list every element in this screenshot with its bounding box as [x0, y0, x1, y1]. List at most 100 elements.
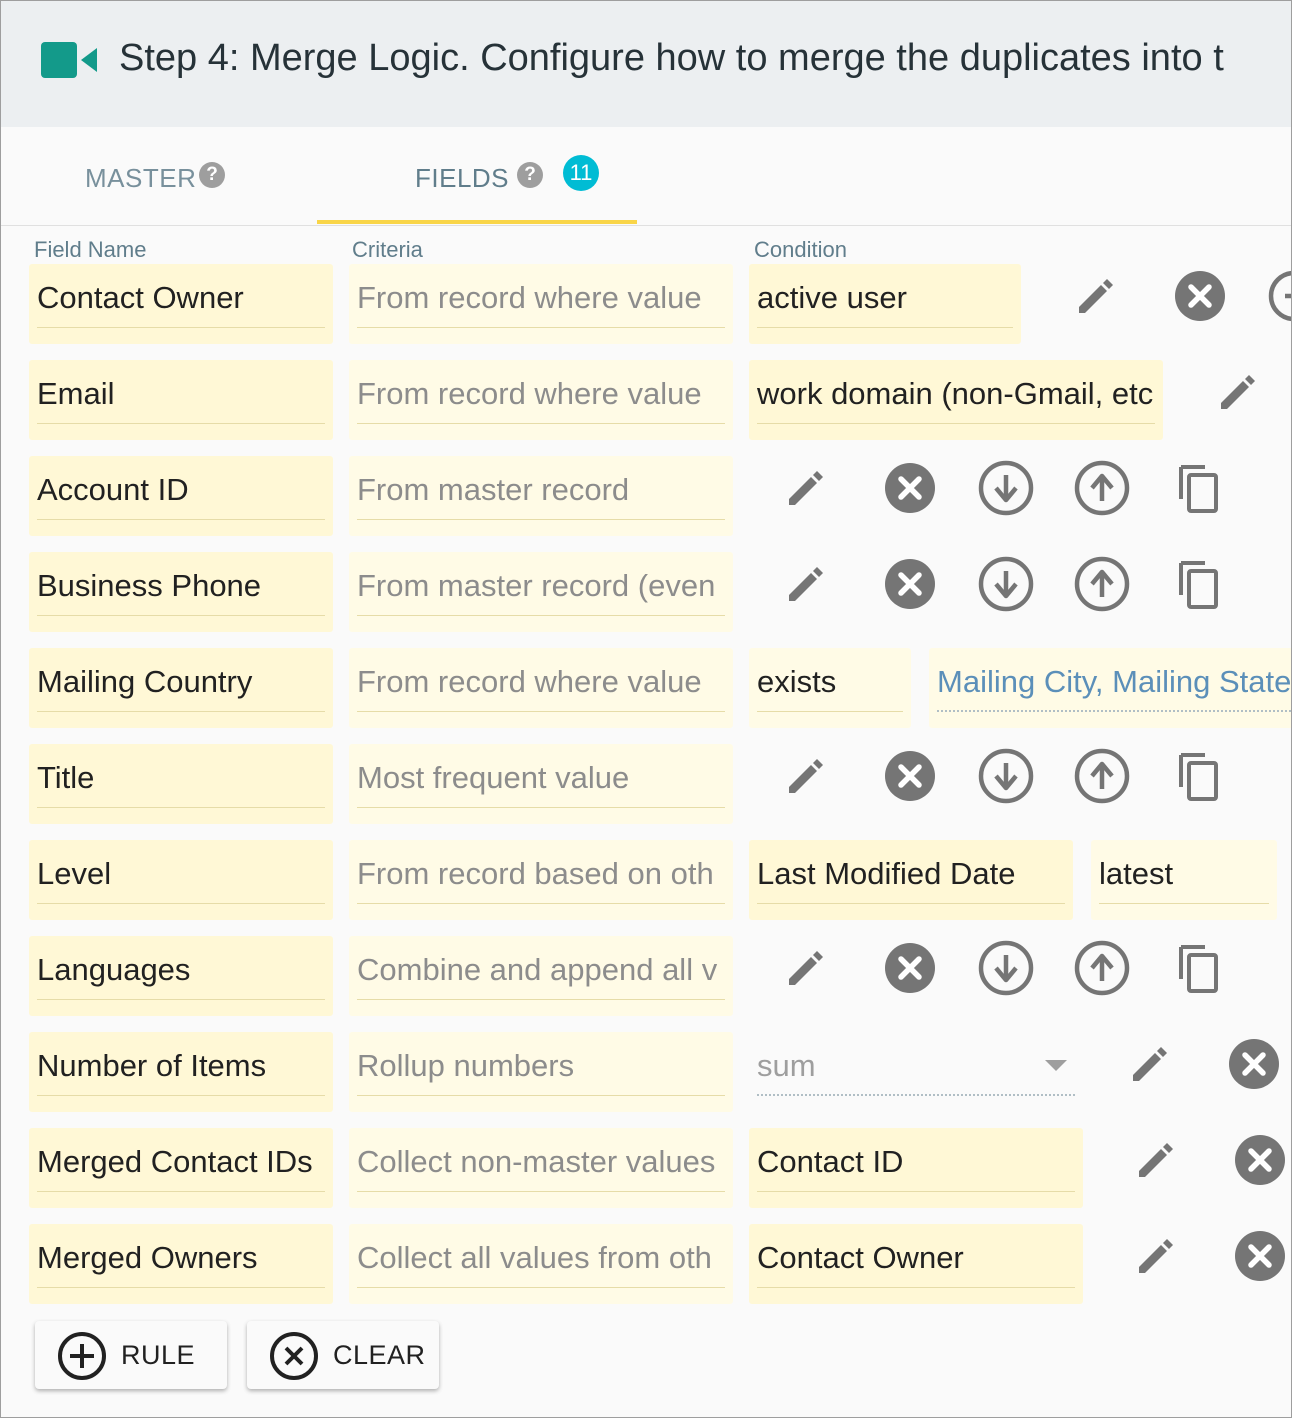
field-underline [357, 999, 725, 1000]
remove-icon[interactable] [1225, 1035, 1283, 1093]
condition-detail-input-value: Mailing City, Mailing State [937, 664, 1292, 699]
partial-circle-icon[interactable] [1265, 267, 1291, 325]
fields-count-badge: 11 [563, 155, 599, 191]
field-underline [37, 1191, 325, 1192]
field-name-input[interactable]: Mailing Country [29, 648, 333, 728]
field-underline [757, 903, 1065, 904]
condition-input[interactable]: Last Modified Date [749, 840, 1073, 920]
condition-input[interactable]: exists [749, 648, 911, 728]
field-name-input[interactable]: Merged Owners [29, 1224, 333, 1304]
condition-input-value: active user [757, 280, 907, 315]
criteria-select[interactable]: From record where value [349, 648, 733, 728]
criteria-select[interactable]: Combine and append all v [349, 936, 733, 1016]
criteria-select[interactable]: From record based on oth [349, 840, 733, 920]
remove-icon[interactable] [1231, 1131, 1289, 1189]
condition-input-value: Contact ID [757, 1144, 904, 1179]
field-name-input[interactable]: Contact Owner [29, 264, 333, 344]
field-underline [357, 327, 725, 328]
remove-icon[interactable] [1231, 1227, 1289, 1285]
field-name-input[interactable]: Title [29, 744, 333, 824]
edit-icon[interactable] [1209, 363, 1267, 421]
condition-input[interactable]: Contact ID [749, 1128, 1083, 1208]
field-underline [37, 807, 325, 808]
field-underline [357, 519, 725, 520]
move-down-icon[interactable] [977, 939, 1035, 997]
remove-icon[interactable] [881, 555, 939, 613]
clear-circle-icon [270, 1332, 318, 1380]
remove-icon[interactable] [1171, 267, 1229, 325]
condition-detail-input[interactable]: Mailing City, Mailing State [929, 648, 1292, 728]
edit-icon[interactable] [777, 555, 835, 613]
move-up-icon[interactable] [1073, 459, 1131, 517]
edit-icon[interactable] [1067, 267, 1125, 325]
field-name-input-value: Languages [37, 952, 191, 987]
chevron-down-icon[interactable] [1045, 1060, 1067, 1071]
move-down-icon[interactable] [977, 747, 1035, 805]
edit-icon[interactable] [1127, 1227, 1185, 1285]
field-name-input[interactable]: Business Phone [29, 552, 333, 632]
criteria-select[interactable]: From record where value [349, 360, 733, 440]
step-header: Step 4: Merge Logic. Configure how to me… [1, 1, 1291, 127]
move-down-icon[interactable] [977, 555, 1035, 613]
copy-icon[interactable] [1169, 939, 1227, 997]
copy-icon[interactable] [1169, 459, 1227, 517]
criteria-select[interactable]: From record where value [349, 264, 733, 344]
field-name-input[interactable]: Email [29, 360, 333, 440]
edit-icon[interactable] [1127, 1131, 1185, 1189]
column-header-criteria: Criteria [352, 237, 423, 262]
copy-icon[interactable] [1169, 555, 1227, 613]
criteria-select-value: From record where value [357, 664, 702, 699]
condition-input-value: exists [757, 664, 837, 699]
field-name-input[interactable]: Number of Items [29, 1032, 333, 1112]
criteria-select[interactable]: Collect all values from oth [349, 1224, 733, 1304]
move-up-icon[interactable] [1073, 555, 1131, 613]
clear-button[interactable]: CLEAR [247, 1321, 439, 1389]
condition-detail-input[interactable]: latest [1091, 840, 1277, 920]
column-header-field-name: Field Name [34, 237, 147, 262]
field-underline [357, 903, 725, 904]
condition-input[interactable]: work domain (non-Gmail, etc [749, 360, 1163, 440]
field-underline [357, 615, 725, 616]
help-icon[interactable]: ? [517, 162, 543, 188]
edit-icon[interactable] [1121, 1035, 1179, 1093]
copy-icon[interactable] [1169, 747, 1227, 805]
criteria-select-value: Collect all values from oth [357, 1240, 712, 1275]
remove-icon[interactable] [881, 939, 939, 997]
condition-input[interactable]: Contact Owner [749, 1224, 1083, 1304]
edit-icon[interactable] [777, 747, 835, 805]
field-underline [357, 807, 725, 808]
edit-icon[interactable] [777, 939, 835, 997]
condition-input-value: Contact Owner [757, 1240, 964, 1275]
field-underline [357, 1191, 725, 1192]
field-underline [37, 423, 325, 424]
criteria-select[interactable]: Collect non-master values [349, 1128, 733, 1208]
condition-input[interactable]: active user [749, 264, 1021, 344]
field-name-input[interactable]: Level [29, 840, 333, 920]
remove-icon[interactable] [881, 459, 939, 517]
move-up-icon[interactable] [1073, 747, 1131, 805]
criteria-select-value: From record where value [357, 376, 702, 411]
criteria-select[interactable]: Rollup numbers [349, 1032, 733, 1112]
criteria-select-value: From master record [357, 472, 630, 507]
criteria-select[interactable]: From master record [349, 456, 733, 536]
add-rule-button[interactable]: RULE [35, 1321, 227, 1389]
move-up-icon[interactable] [1073, 939, 1131, 997]
field-name-input-value: Merged Owners [37, 1240, 258, 1275]
remove-icon[interactable] [881, 747, 939, 805]
field-name-input[interactable]: Languages [29, 936, 333, 1016]
edit-icon[interactable] [777, 459, 835, 517]
tab-fields[interactable]: FIELDS ? 11 [1, 127, 641, 225]
field-name-input[interactable]: Merged Contact IDs [29, 1128, 333, 1208]
aggregate-select[interactable]: sum [749, 1032, 1083, 1112]
field-underline [757, 423, 1155, 424]
criteria-select[interactable]: From master record (even [349, 552, 733, 632]
field-underline [357, 423, 725, 424]
field-underline [37, 615, 325, 616]
tab-fields-label: FIELDS [415, 163, 510, 193]
field-underline [757, 1093, 1075, 1096]
field-underline [37, 1095, 325, 1096]
move-down-icon[interactable] [977, 459, 1035, 517]
criteria-select[interactable]: Most frequent value [349, 744, 733, 824]
field-underline [357, 711, 725, 712]
field-name-input[interactable]: Account ID [29, 456, 333, 536]
